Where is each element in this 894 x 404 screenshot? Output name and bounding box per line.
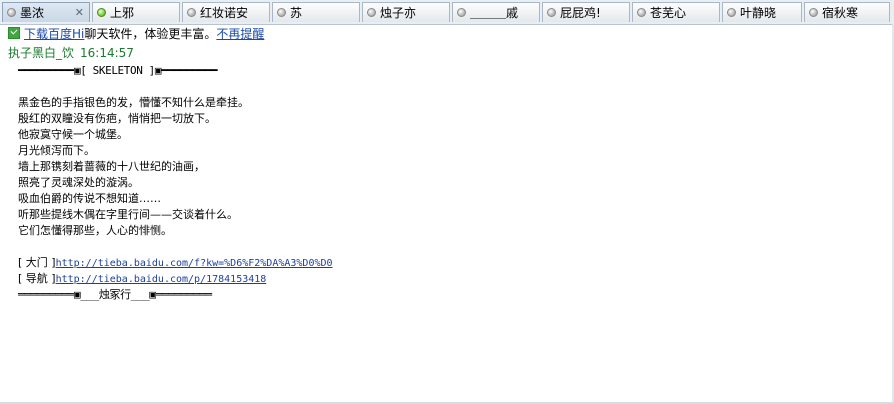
message-time: 16:14:57: [80, 46, 134, 60]
status-icon: [637, 8, 646, 17]
check-icon: [8, 27, 20, 39]
status-icon: [809, 8, 818, 17]
tab-label: 宿秋寒: [822, 6, 859, 20]
sender-name: 执子黑白_饮: [8, 46, 75, 60]
poem-line: 月光倾泻而下。: [18, 144, 95, 157]
status-icon: [727, 8, 736, 17]
tab-label: 红妆诺安: [200, 6, 249, 20]
poem-line: 照亮了灵魂深处的漩涡。: [18, 176, 139, 189]
status-icon: [187, 8, 196, 17]
link-line-nav: [ 导航 ]http://tieba.baidu.com/p/178415341…: [18, 271, 878, 287]
tab-chat-7[interactable]: 苍芜心: [632, 2, 720, 22]
status-icon: [547, 8, 556, 17]
tab-label: 烛子亦: [380, 6, 417, 20]
tab-chat-6[interactable]: 屁屁鸡!: [542, 2, 630, 22]
message-body: ━━━━━━━━━▣[ SKELETON ]▣━━━━━━━━━ 黑金色的手指银…: [18, 63, 878, 303]
poem-line: 墙上那镌刻着蔷薇的十八世纪的油画，: [18, 160, 205, 173]
tab-chat-5[interactable]: ＿＿＿戚: [452, 2, 540, 22]
status-icon: [7, 8, 16, 17]
tab-chat-1[interactable]: 上邪: [92, 2, 180, 22]
tab-chat-8[interactable]: 叶静晓: [722, 2, 802, 22]
tab-label: ＿＿＿戚: [470, 6, 519, 20]
conversation-tab-bar: 墨浓 ✕ 上邪 红妆诺安 苏 烛子亦 ＿＿＿戚 屁屁鸡! 苍芜心 叶静晓 宿秋寒: [0, 0, 894, 25]
tab-label: 上邪: [110, 6, 135, 20]
link-line-gate: [ 大门 ]http://tieba.baidu.com/f?kw=%D6%F2…: [18, 255, 878, 271]
poem-line: 他寂寞守候一个城堡。: [18, 128, 128, 141]
close-icon[interactable]: ✕: [75, 6, 84, 19]
gate-url-link[interactable]: http://tieba.baidu.com/f?kw=%D6%F2%DA%A3…: [56, 258, 333, 269]
status-icon: [367, 8, 376, 17]
tab-chat-9[interactable]: 宿秋寒: [804, 2, 890, 22]
tab-chat-3[interactable]: 苏: [272, 2, 360, 22]
status-icon: [457, 8, 466, 17]
status-icon: [277, 8, 286, 17]
header-rule: ━━━━━━━━━▣[ SKELETON ]▣━━━━━━━━━: [18, 64, 218, 77]
download-notice: 下载百度Hi 聊天软件，体验更丰富。 不再提醒: [8, 25, 264, 41]
link-label: [ 大门 ]: [18, 256, 56, 269]
tab-chat-2[interactable]: 红妆诺安: [182, 2, 270, 22]
tab-label: 苏: [290, 6, 303, 20]
download-baidu-hi-link[interactable]: 下载百度Hi: [24, 25, 84, 42]
poem-line: 它们怎懂得那些，人心的悱恻。: [18, 224, 172, 237]
poem-line: 吸血伯爵的传说不想知道……: [18, 192, 161, 205]
notice-text: 聊天软件，体验更丰富。: [84, 26, 217, 41]
poem-line: 听那些提线木偶在字里行间——交谈着什么。: [18, 208, 238, 221]
tab-label: 屁屁鸡!: [560, 6, 601, 20]
tab-label: 苍芜心: [650, 6, 687, 20]
nav-url-link[interactable]: http://tieba.baidu.com/p/1784153418: [56, 274, 267, 285]
online-status-icon: [97, 8, 106, 17]
poem-line: 殷红的双瞳没有伤疤，悄悄把一切放下。: [18, 112, 216, 125]
link-label: [ 导航 ]: [18, 272, 56, 285]
message-header: 执子黑白_饮 16:14:57: [8, 44, 134, 61]
poem-line: 黑金色的手指银色的发，懵懂不知什么是牵挂。: [18, 96, 249, 109]
footer-rule: ═════════▣___烛冢行___▣═════════: [18, 288, 212, 301]
tab-chat-4[interactable]: 烛子亦: [362, 2, 450, 22]
tab-label: 叶静晓: [740, 6, 777, 20]
dismiss-notice-link[interactable]: 不再提醒: [216, 25, 264, 42]
tab-chat-0[interactable]: 墨浓 ✕: [2, 2, 90, 22]
tab-label: 墨浓: [20, 6, 45, 20]
